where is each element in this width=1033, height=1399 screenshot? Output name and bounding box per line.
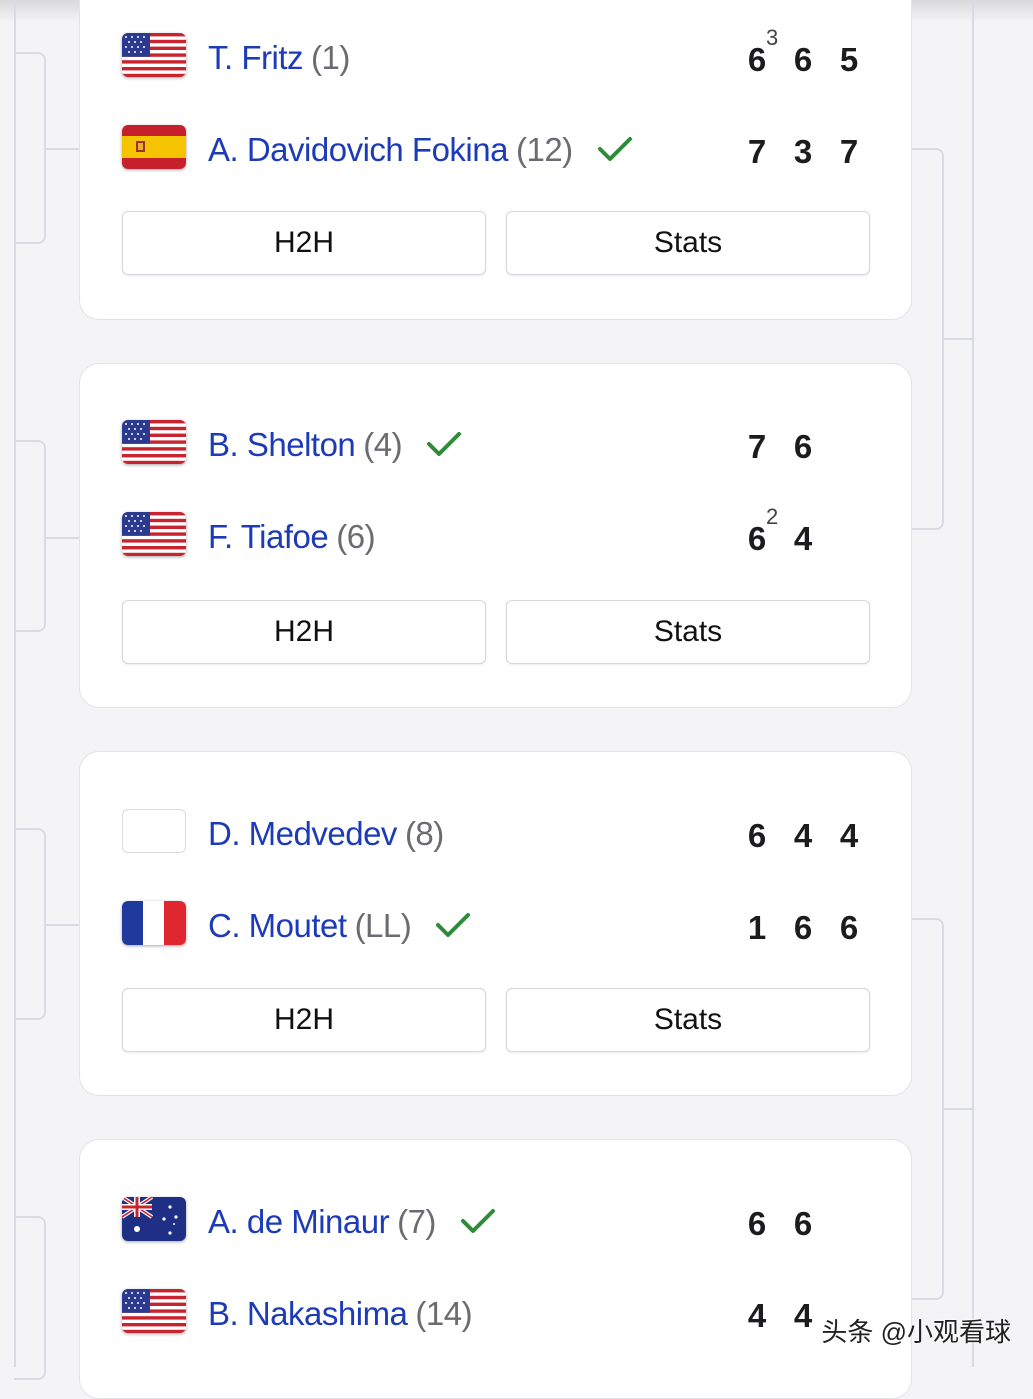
winner-check-icon (435, 909, 471, 947)
player-name-text[interactable]: C. Moutet (208, 907, 347, 944)
h2h-button[interactable]: H2H (122, 211, 486, 275)
set-score: 4 (793, 817, 813, 854)
set-score: 6 (747, 1205, 767, 1242)
player-name-text[interactable]: F. Tiafoe (208, 518, 329, 555)
match-card: B. Shelton (4) 7 6 F. Tiafoe (6) 6 2 4 H2H… (79, 363, 912, 708)
match-actions: H2H Stats (122, 988, 874, 1052)
player-seed: (12) (515, 131, 573, 168)
set-score: 7 (747, 428, 767, 465)
set-score: 6 (747, 817, 767, 854)
set-score: 4 (793, 1297, 813, 1334)
set-score: 3 (793, 133, 813, 170)
winner-check-icon (597, 133, 633, 171)
winner-check-icon (460, 1205, 496, 1243)
blank-flag-icon (122, 809, 186, 853)
player-row[interactable]: T. Fritz (1) 6 3 6 5 (122, 25, 882, 79)
player-seed: (7) (397, 1203, 436, 1240)
match-actions: H2H Stats (122, 600, 874, 664)
player-name-text[interactable]: A. Davidovich Fokina (208, 131, 508, 168)
match-card: D. Medvedev (8) 6 4 4 C. Moutet (LL) 1 6 6… (79, 751, 912, 1096)
player-name[interactable]: D. Medvedev (8) (208, 815, 444, 853)
bracket-connector (14, 52, 46, 244)
bracket-connector (14, 1216, 46, 1380)
bracket-connector (912, 148, 944, 530)
bracket-connector (14, 828, 46, 1020)
match-actions: H2H Stats (122, 211, 874, 275)
usa-flag-icon (122, 1289, 186, 1333)
player-row[interactable]: F. Tiafoe (6) 6 2 4 (122, 504, 882, 558)
bracket-connector (44, 537, 80, 539)
player-name-text[interactable]: T. Fritz (208, 39, 303, 76)
h2h-button[interactable]: H2H (122, 600, 486, 664)
player-seed: (14) (415, 1295, 473, 1332)
bracket-line-right (972, 0, 974, 1367)
player-row[interactable]: C. Moutet (LL) 1 6 6 (122, 899, 882, 947)
match-card: T. Fritz (1) 6 3 6 5 A. Davidovich Fokina… (79, 0, 912, 320)
australia-flag-icon (122, 1197, 186, 1241)
set-score: 4 (793, 520, 813, 557)
player-seed: (8) (404, 815, 444, 852)
usa-flag-icon (122, 33, 186, 77)
spain-flag-icon (122, 125, 186, 169)
france-flag-icon (122, 901, 186, 945)
player-name[interactable]: B. Nakashima (14) (208, 1295, 473, 1333)
player-seed: (4) (363, 426, 403, 463)
stats-button[interactable]: Stats (506, 211, 870, 275)
bracket-connector (944, 338, 974, 340)
set-score: 7 (747, 133, 767, 170)
bracket-connector (944, 1108, 974, 1110)
player-seed: (1) (310, 39, 350, 76)
player-row[interactable]: B. Shelton (4) 7 6 (122, 418, 882, 466)
set-score: 1 (747, 909, 767, 946)
set-score: 7 (839, 133, 859, 170)
player-name[interactable]: B. Shelton (4) (208, 426, 462, 466)
h2h-button[interactable]: H2H (122, 988, 486, 1052)
player-seed: (LL) (354, 907, 412, 944)
player-row[interactable]: D. Medvedev (8) 6 4 4 (122, 807, 882, 855)
winner-check-icon (426, 428, 462, 466)
player-name-text[interactable]: B. Nakashima (208, 1295, 408, 1332)
set-score: 6 (839, 909, 859, 946)
player-name-text[interactable]: D. Medvedev (208, 815, 397, 852)
set-score: 6 (793, 41, 813, 78)
usa-flag-icon (122, 512, 186, 556)
set-score: 6 (793, 428, 813, 465)
watermark: 头条 @小观看球 (821, 1317, 1011, 1347)
set-score: 5 (839, 41, 859, 78)
player-name[interactable]: T. Fritz (1) (208, 39, 350, 77)
player-seed: (6) (336, 518, 376, 555)
player-name[interactable]: C. Moutet (LL) (208, 907, 471, 947)
set-score: 6 (793, 909, 813, 946)
player-name[interactable]: A. Davidovich Fokina (12) (208, 131, 633, 171)
set-score: 6 (793, 1205, 813, 1242)
player-name-text[interactable]: B. Shelton (208, 426, 356, 463)
stats-button[interactable]: Stats (506, 600, 870, 664)
bracket-connector (44, 148, 80, 150)
usa-flag-icon (122, 420, 186, 464)
player-name-text[interactable]: A. de Minaur (208, 1203, 390, 1240)
tiebreak-score: 3 (766, 25, 779, 50)
tiebreak-score: 2 (766, 504, 779, 529)
bracket-connector (14, 440, 46, 632)
set-score: 4 (839, 817, 859, 854)
set-score: 4 (747, 1297, 767, 1334)
player-name[interactable]: A. de Minaur (7) (208, 1203, 496, 1243)
match-card: A. de Minaur (7) 6 6 B. Nakashima (14) 4 4 (79, 1139, 912, 1399)
player-row[interactable]: B. Nakashima (14) 4 4 (122, 1287, 882, 1335)
bracket-connector (44, 924, 80, 926)
stats-button[interactable]: Stats (506, 988, 870, 1052)
player-row[interactable]: A. de Minaur (7) 6 6 (122, 1195, 882, 1243)
player-row[interactable]: A. Davidovich Fokina (12) 7 3 7 (122, 123, 882, 171)
bracket-connector (912, 918, 944, 1300)
player-name[interactable]: F. Tiafoe (6) (208, 518, 376, 556)
